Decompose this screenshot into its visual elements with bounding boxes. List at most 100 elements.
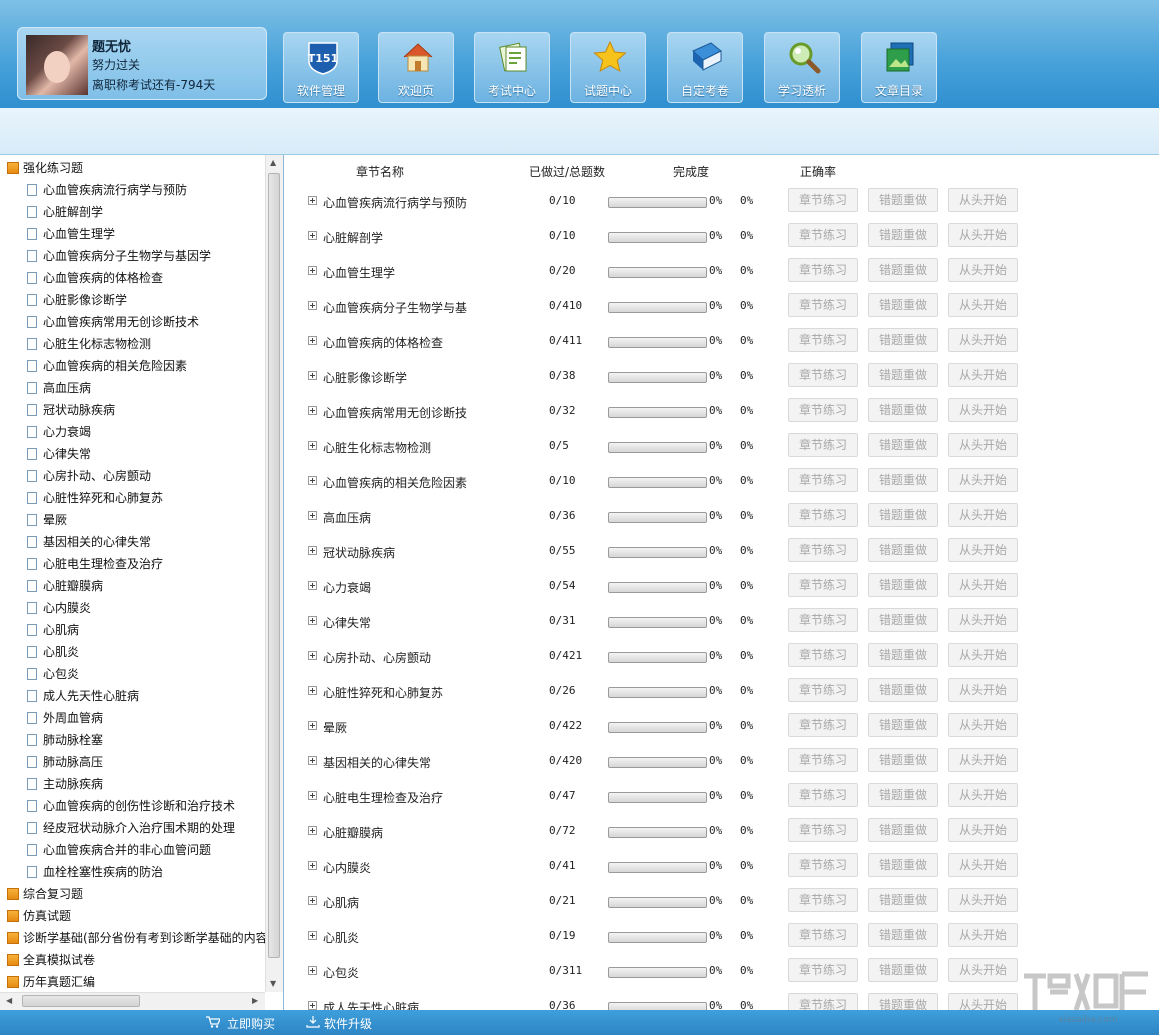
tree-child-item[interactable]: 心血管疾病分子生物学与基因学 bbox=[43, 247, 211, 264]
tree-child-item[interactable]: 晕厥 bbox=[43, 511, 67, 528]
tree-child-item[interactable]: 肺动脉高压 bbox=[43, 753, 103, 770]
redo-wrong-button[interactable]: 错题重做 bbox=[868, 328, 938, 352]
tree-child-item[interactable]: 心包炎 bbox=[43, 665, 79, 682]
restart-button[interactable]: 从头开始 bbox=[948, 293, 1018, 317]
expand-icon[interactable] bbox=[308, 581, 317, 590]
expand-icon[interactable] bbox=[308, 406, 317, 415]
restart-button[interactable]: 从头开始 bbox=[948, 468, 1018, 492]
tree-child-item[interactable]: 心脏瓣膜病 bbox=[43, 577, 103, 594]
restart-button[interactable]: 从头开始 bbox=[948, 818, 1018, 842]
restart-button[interactable]: 从头开始 bbox=[948, 678, 1018, 702]
nav-button-book[interactable]: 自定考卷 bbox=[667, 32, 743, 103]
tree-vertical-scroll-thumb[interactable] bbox=[268, 173, 280, 958]
expand-icon[interactable] bbox=[308, 301, 317, 310]
redo-wrong-button[interactable]: 错题重做 bbox=[868, 468, 938, 492]
tree-child-item[interactable]: 心血管疾病常用无创诊断技术 bbox=[43, 313, 199, 330]
tree-child-item[interactable]: 心脏解剖学 bbox=[43, 203, 103, 220]
tree-child-item[interactable]: 心血管疾病的相关危险因素 bbox=[43, 357, 187, 374]
chapter-practice-button[interactable]: 章节练习 bbox=[788, 468, 858, 492]
restart-button[interactable]: 从头开始 bbox=[948, 993, 1018, 1010]
expand-icon[interactable] bbox=[308, 266, 317, 275]
redo-wrong-button[interactable]: 错题重做 bbox=[868, 888, 938, 912]
expand-icon[interactable] bbox=[308, 231, 317, 240]
restart-button[interactable]: 从头开始 bbox=[948, 398, 1018, 422]
expand-icon[interactable] bbox=[308, 721, 317, 730]
redo-wrong-button[interactable]: 错题重做 bbox=[868, 783, 938, 807]
tree-child-item[interactable]: 心力衰竭 bbox=[43, 423, 91, 440]
tree-child-item[interactable]: 经皮冠状动脉介入治疗围术期的处理 bbox=[43, 819, 235, 836]
expand-icon[interactable] bbox=[308, 336, 317, 345]
restart-button[interactable]: 从头开始 bbox=[948, 258, 1018, 282]
restart-button[interactable]: 从头开始 bbox=[948, 608, 1018, 632]
expand-icon[interactable] bbox=[308, 1001, 317, 1010]
tree-child-item[interactable]: 冠状动脉疾病 bbox=[43, 401, 115, 418]
redo-wrong-button[interactable]: 错题重做 bbox=[868, 958, 938, 982]
scroll-left-arrow-icon[interactable]: ◀ bbox=[6, 996, 12, 1005]
tree-child-item[interactable]: 心肌病 bbox=[43, 621, 79, 638]
chapter-practice-button[interactable]: 章节练习 bbox=[788, 608, 858, 632]
redo-wrong-button[interactable]: 错题重做 bbox=[868, 538, 938, 562]
expand-icon[interactable] bbox=[308, 931, 317, 940]
tree-root-item[interactable]: 仿真试题 bbox=[23, 907, 71, 924]
tree-child-item[interactable]: 心血管疾病的创伤性诊断和治疗技术 bbox=[43, 797, 235, 814]
tree-child-item[interactable]: 外周血管病 bbox=[43, 709, 103, 726]
restart-button[interactable]: 从头开始 bbox=[948, 188, 1018, 212]
chapter-practice-button[interactable]: 章节练习 bbox=[788, 223, 858, 247]
redo-wrong-button[interactable]: 错题重做 bbox=[868, 293, 938, 317]
chapter-practice-button[interactable]: 章节练习 bbox=[788, 678, 858, 702]
tree-child-item[interactable]: 高血压病 bbox=[43, 379, 91, 396]
tree-child-item[interactable]: 心血管疾病流行病学与预防 bbox=[43, 181, 187, 198]
expand-icon[interactable] bbox=[308, 196, 317, 205]
redo-wrong-button[interactable]: 错题重做 bbox=[868, 923, 938, 947]
expand-icon[interactable] bbox=[308, 686, 317, 695]
tree-root-item[interactable]: 强化练习题 bbox=[23, 159, 83, 176]
tree-child-item[interactable]: 基因相关的心律失常 bbox=[43, 533, 151, 550]
restart-button[interactable]: 从头开始 bbox=[948, 643, 1018, 667]
upgrade-link[interactable]: 软件升级 bbox=[324, 1015, 372, 1032]
restart-button[interactable]: 从头开始 bbox=[948, 328, 1018, 352]
tree-root-item[interactable]: 诊断学基础(部分省份有考到诊断学基础的内容 bbox=[23, 929, 268, 946]
expand-icon[interactable] bbox=[308, 791, 317, 800]
redo-wrong-button[interactable]: 错题重做 bbox=[868, 818, 938, 842]
redo-wrong-button[interactable]: 错题重做 bbox=[868, 188, 938, 212]
chapter-practice-button[interactable]: 章节练习 bbox=[788, 433, 858, 457]
tree-child-item[interactable]: 心脏电生理检查及治疗 bbox=[43, 555, 163, 572]
redo-wrong-button[interactable]: 错题重做 bbox=[868, 748, 938, 772]
chapter-practice-button[interactable]: 章节练习 bbox=[788, 888, 858, 912]
tree-child-item[interactable]: 心脏性猝死和心肺复苏 bbox=[43, 489, 163, 506]
tree-child-item[interactable]: 血栓栓塞性疾病的防治 bbox=[43, 863, 163, 880]
restart-button[interactable]: 从头开始 bbox=[948, 853, 1018, 877]
redo-wrong-button[interactable]: 错题重做 bbox=[868, 363, 938, 387]
restart-button[interactable]: 从头开始 bbox=[948, 748, 1018, 772]
chapter-practice-button[interactable]: 章节练习 bbox=[788, 818, 858, 842]
avatar[interactable] bbox=[26, 35, 88, 95]
chapter-practice-button[interactable]: 章节练习 bbox=[788, 923, 858, 947]
chapter-practice-button[interactable]: 章节练习 bbox=[788, 258, 858, 282]
tree-root-item[interactable]: 历年真题汇编 bbox=[23, 973, 95, 990]
redo-wrong-button[interactable]: 错题重做 bbox=[868, 573, 938, 597]
nav-button-magnifier[interactable]: 学习透析 bbox=[764, 32, 840, 103]
restart-button[interactable]: 从头开始 bbox=[948, 538, 1018, 562]
redo-wrong-button[interactable]: 错题重做 bbox=[868, 223, 938, 247]
tree-horizontal-scrollbar[interactable]: ◀ ▶ bbox=[0, 992, 265, 1010]
redo-wrong-button[interactable]: 错题重做 bbox=[868, 503, 938, 527]
scroll-right-arrow-icon[interactable]: ▶ bbox=[252, 996, 258, 1005]
tree-child-item[interactable]: 心内膜炎 bbox=[43, 599, 91, 616]
tree-child-item[interactable]: 心房扑动、心房颤动 bbox=[43, 467, 151, 484]
restart-button[interactable]: 从头开始 bbox=[948, 783, 1018, 807]
tree-child-item[interactable]: 心律失常 bbox=[43, 445, 91, 462]
chapter-practice-button[interactable]: 章节练习 bbox=[788, 293, 858, 317]
chapter-practice-button[interactable]: 章节练习 bbox=[788, 993, 858, 1010]
chapter-practice-button[interactable]: 章节练习 bbox=[788, 783, 858, 807]
tree-root-item[interactable]: 综合复习题 bbox=[23, 885, 83, 902]
nav-button-exam-papers[interactable]: 考试中心 bbox=[474, 32, 550, 103]
tree-root-item[interactable]: 全真模拟试卷 bbox=[23, 951, 95, 968]
restart-button[interactable]: 从头开始 bbox=[948, 363, 1018, 387]
restart-button[interactable]: 从头开始 bbox=[948, 958, 1018, 982]
chapter-practice-button[interactable]: 章节练习 bbox=[788, 538, 858, 562]
redo-wrong-button[interactable]: 错题重做 bbox=[868, 433, 938, 457]
buy-now-link[interactable]: 立即购买 bbox=[227, 1015, 275, 1032]
scroll-up-arrow-icon[interactable]: ▲ bbox=[270, 158, 276, 167]
nav-button-t151-logo[interactable]: T151 软件管理 bbox=[283, 32, 359, 103]
tree-child-item[interactable]: 心脏影像诊断学 bbox=[43, 291, 127, 308]
